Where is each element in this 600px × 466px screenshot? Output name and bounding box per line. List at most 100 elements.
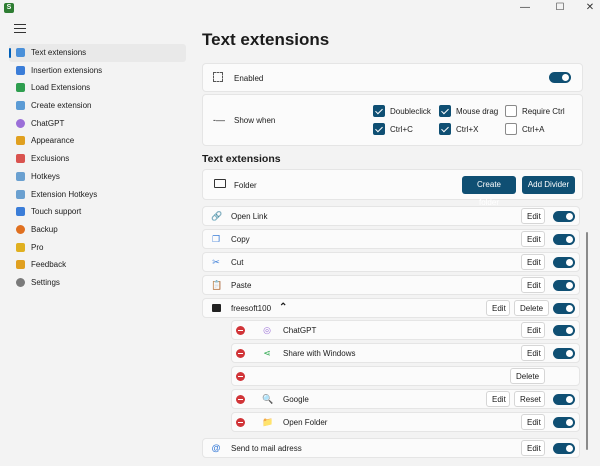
at-icon: @ (211, 443, 221, 453)
feedback-icon (16, 260, 25, 270)
sidebar-item-label: Pro (31, 242, 44, 252)
folder-row-freesoft100[interactable]: freesoft100 ⌃ Edit Delete (202, 298, 580, 318)
child-toggle[interactable] (553, 325, 575, 336)
gear-icon (16, 277, 25, 287)
remove-icon[interactable] (236, 372, 245, 381)
extension-label: Paste (231, 281, 252, 290)
sidebar-item-label: Feedback (31, 260, 67, 270)
remove-icon[interactable] (236, 418, 245, 427)
sidebar-item-settings[interactable]: Settings (9, 274, 186, 292)
doubleclick-checkbox[interactable] (373, 105, 385, 117)
sidebar-item-pro[interactable]: Pro (9, 239, 186, 257)
ctrl-a-checkbox[interactable] (505, 123, 517, 135)
extension-label: Send to mail adress (231, 444, 302, 453)
child-label: Share with Windows (283, 349, 356, 358)
delete-button[interactable]: Delete (514, 300, 549, 316)
edit-button[interactable]: Edit (521, 414, 545, 430)
folder-child-open-folder[interactable]: 📁 Open Folder Edit (231, 412, 580, 432)
mouse-drag-checkbox[interactable] (439, 105, 451, 117)
edit-button[interactable]: Edit (521, 322, 545, 338)
extension-row-send-mail[interactable]: @ Send to mail adress Edit (202, 438, 580, 458)
load-icon (16, 83, 25, 93)
sidebar-item-create-extension[interactable]: Create extension (9, 97, 186, 115)
extension-row-cut[interactable]: ✂ Cut Edit (202, 252, 580, 272)
chevron-up-icon[interactable]: ⌃ (279, 302, 287, 313)
ctrl-a-label: Ctrl+A (522, 125, 545, 134)
extension-toggle[interactable] (553, 280, 575, 291)
edit-button[interactable]: Edit (521, 440, 545, 456)
sidebar-item-feedback[interactable]: Feedback (9, 256, 186, 274)
sidebar-item-touch-support[interactable]: Touch support (9, 203, 186, 221)
extension-toggle[interactable] (553, 257, 575, 268)
folder-child-divider[interactable]: Delete (231, 366, 580, 386)
scrollbar[interactable] (586, 232, 588, 450)
sidebar-item-chatgpt[interactable]: ChatGPT (9, 115, 186, 133)
create-folder-button[interactable]: Create folder (462, 176, 516, 207)
edit-button[interactable]: Edit (521, 277, 545, 293)
edit-button[interactable]: Edit (521, 208, 545, 224)
doubleclick-label: Doubleclick (390, 107, 431, 116)
child-toggle[interactable] (553, 348, 575, 359)
remove-icon[interactable] (236, 349, 245, 358)
folder-child-chatgpt[interactable]: ◎ ChatGPT Edit (231, 320, 580, 340)
remove-icon[interactable] (236, 395, 245, 404)
sidebar-item-label: Create extension (31, 101, 92, 111)
sidebar-item-insertion-extensions[interactable]: Insertion extensions (9, 62, 186, 80)
link-icon: 🔗 (211, 211, 223, 221)
enabled-toggle[interactable] (549, 72, 571, 83)
menu-icon[interactable] (14, 24, 26, 34)
reset-button[interactable]: Reset (514, 391, 545, 407)
edit-button[interactable]: Edit (521, 254, 545, 270)
folder-child-share[interactable]: ⋖ Share with Windows Edit (231, 343, 580, 363)
ctrl-c-checkbox[interactable] (373, 123, 385, 135)
add-divider-button[interactable]: Add Divider (522, 176, 575, 194)
child-label: Open Folder (283, 418, 328, 427)
sidebar-item-label: Load Extensions (31, 83, 91, 93)
edit-button[interactable]: Edit (486, 391, 510, 407)
folder-icon (212, 304, 221, 312)
sidebar-item-extension-hotkeys[interactable]: Extension Hotkeys (9, 186, 186, 204)
paste-icon: 📋 (211, 280, 223, 290)
search-icon: 🔍 (262, 394, 274, 404)
show-when-card: -— Show when Doubleclick Mouse drag Requ… (202, 94, 583, 146)
backup-icon (16, 224, 25, 234)
sidebar-item-exclusions[interactable]: Exclusions (9, 150, 186, 168)
edit-button[interactable]: Edit (521, 231, 545, 247)
enabled-label: Enabled (234, 74, 264, 83)
main-content: Text extensions Enabled -— Show when Dou… (196, 0, 600, 466)
text-extensions-icon (16, 48, 25, 57)
folder-toggle[interactable] (553, 303, 575, 314)
edit-button[interactable]: Edit (521, 345, 545, 361)
section-title: Text extensions (202, 153, 281, 165)
delete-button[interactable]: Delete (510, 368, 545, 384)
extension-hotkeys-icon (16, 189, 25, 199)
ctrl-x-checkbox[interactable] (439, 123, 451, 135)
extension-label: Copy (231, 235, 250, 244)
sidebar-item-backup[interactable]: Backup (9, 221, 186, 239)
extension-toggle[interactable] (553, 211, 575, 222)
page-title: Text extensions (202, 30, 330, 49)
sidebar-item-label: Text extensions (31, 48, 87, 57)
extension-toggle[interactable] (553, 443, 575, 454)
edit-button[interactable]: Edit (486, 300, 510, 316)
sidebar-item-text-extensions[interactable]: Text extensions (9, 44, 186, 62)
sidebar-item-label: Backup (31, 224, 58, 234)
copy-icon: ❐ (211, 234, 221, 244)
insertion-icon (16, 65, 25, 75)
extension-row-open-link[interactable]: 🔗 Open Link Edit (202, 206, 580, 226)
sidebar-item-hotkeys[interactable]: Hotkeys (9, 168, 186, 186)
remove-icon[interactable] (236, 326, 245, 335)
folder-child-google[interactable]: 🔍 Google Edit Reset (231, 389, 580, 409)
extension-toggle[interactable] (553, 234, 575, 245)
require-ctrl-checkbox[interactable] (505, 105, 517, 117)
selection-icon (213, 72, 223, 82)
dash-icon: -— (213, 115, 225, 125)
sidebar-item-appearance[interactable]: Appearance (9, 132, 186, 150)
child-label: Google (283, 395, 309, 404)
extension-row-copy[interactable]: ❐ Copy Edit (202, 229, 580, 249)
sidebar-item-load-extensions[interactable]: Load Extensions (9, 79, 186, 97)
extension-row-paste[interactable]: 📋 Paste Edit (202, 275, 580, 295)
child-toggle[interactable] (553, 394, 575, 405)
folder-outline-icon (214, 179, 226, 188)
child-toggle[interactable] (553, 417, 575, 428)
